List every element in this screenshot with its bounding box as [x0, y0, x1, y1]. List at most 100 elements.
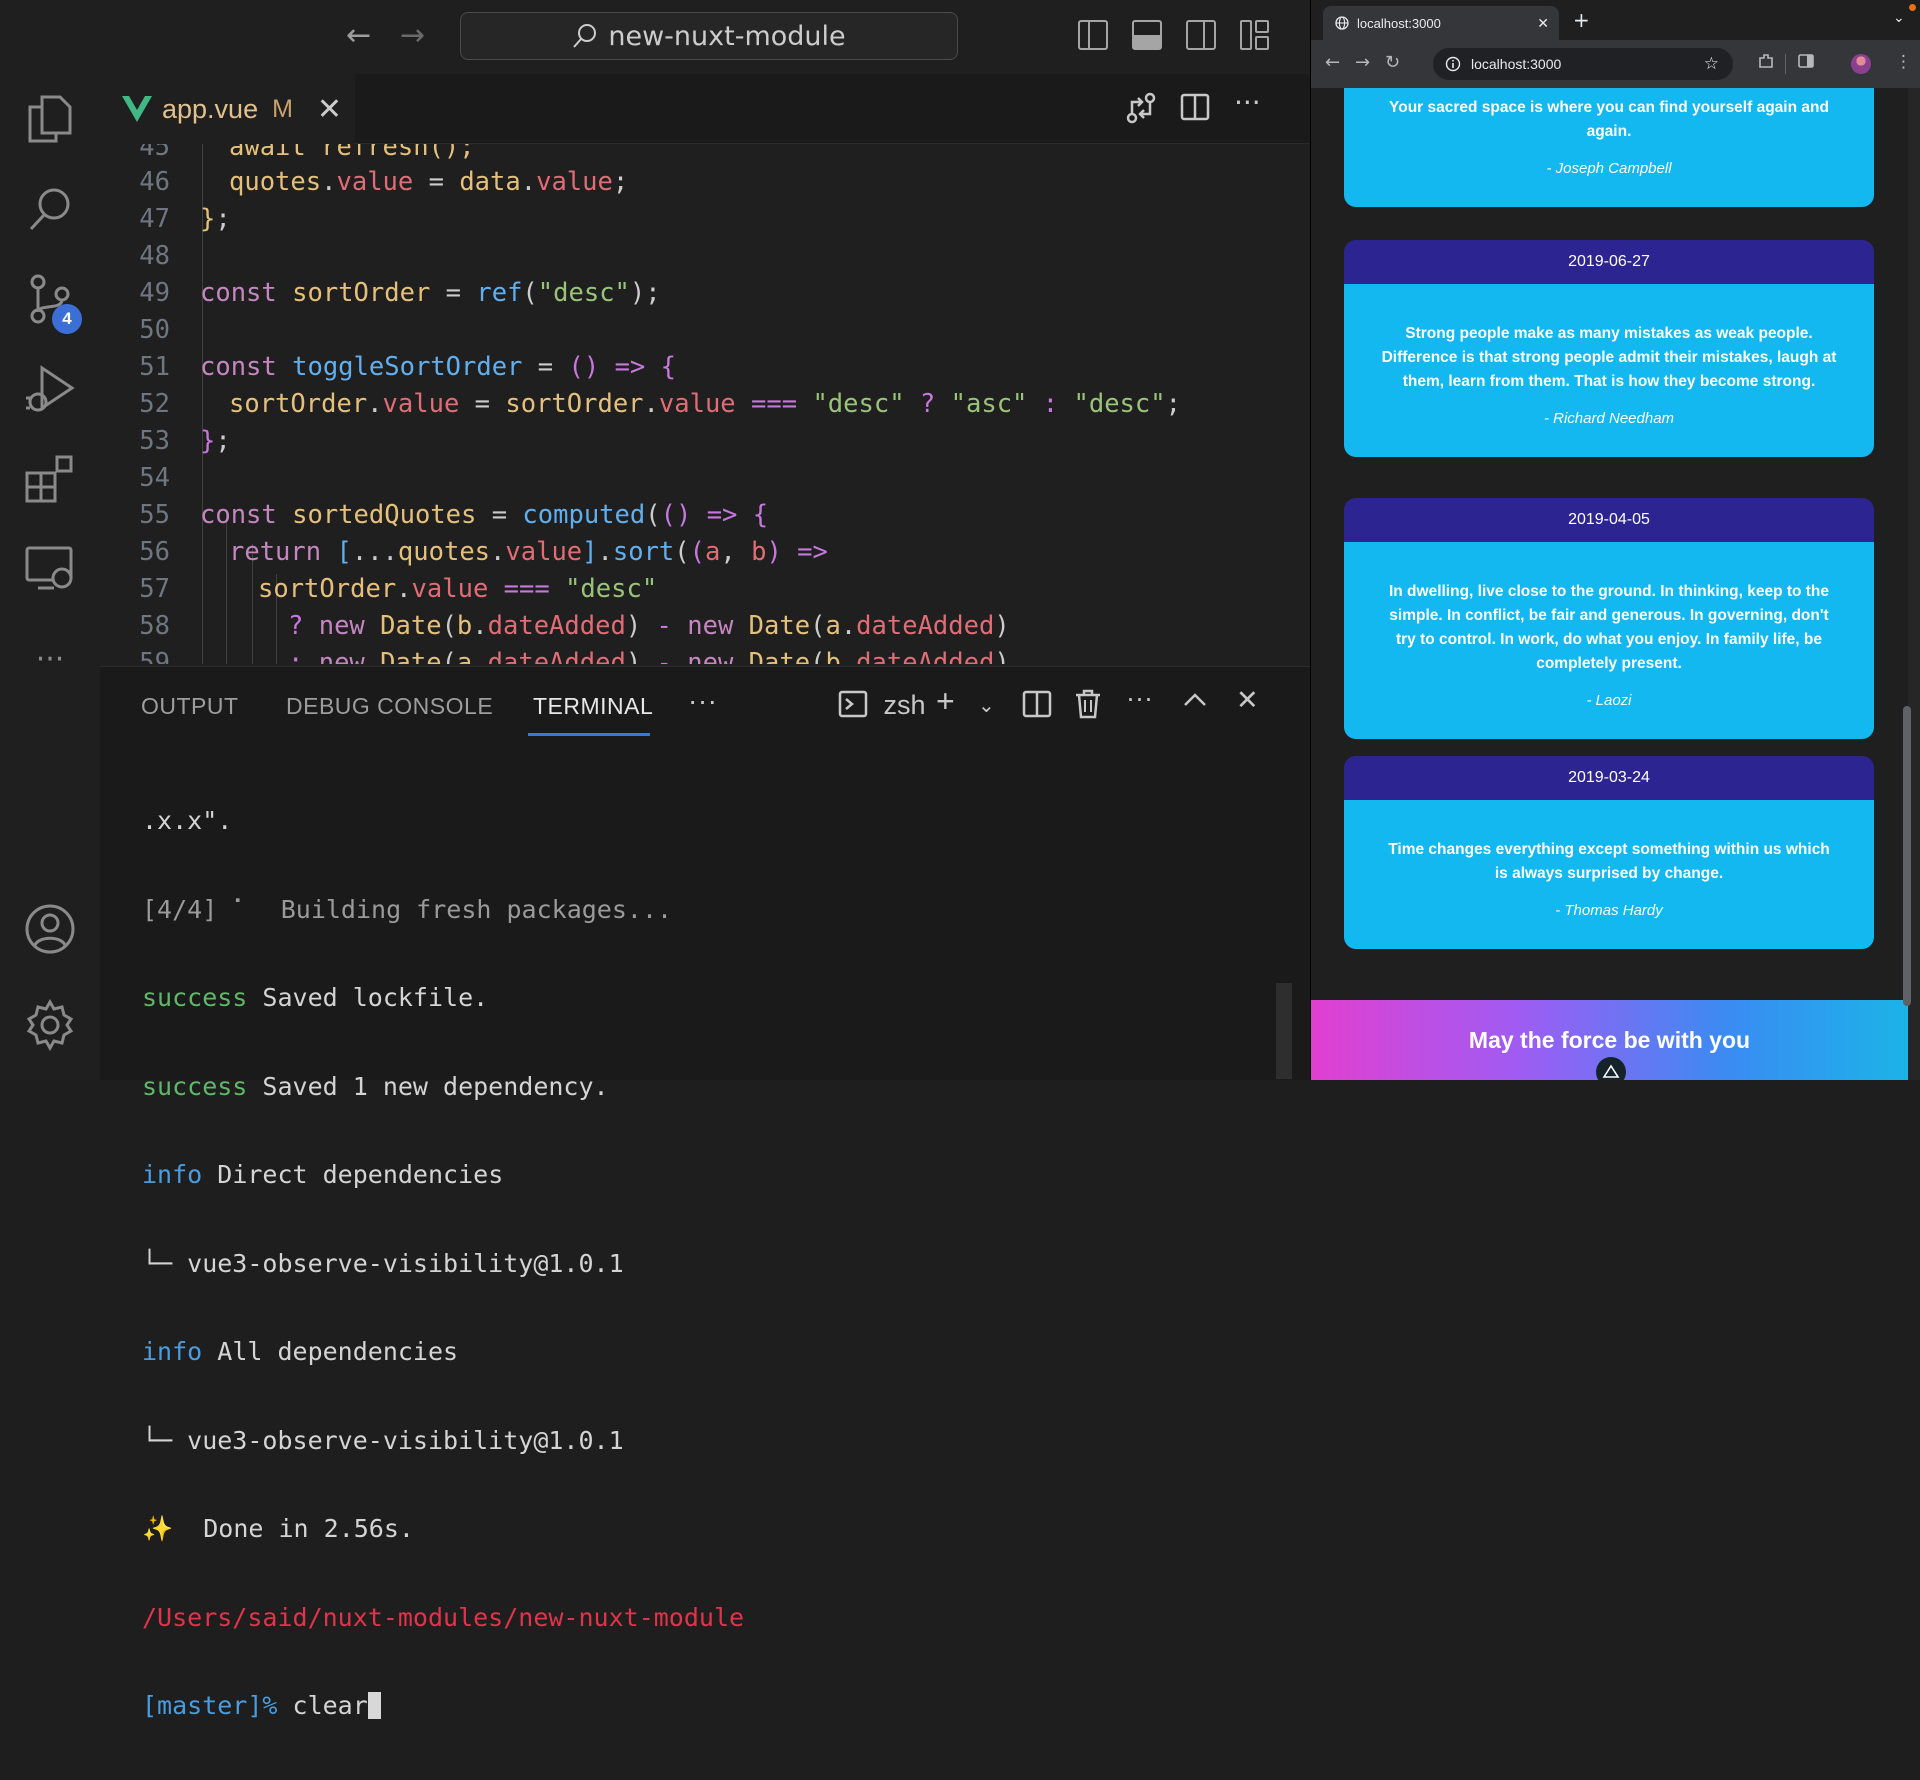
terminal-line: [4/4] ⠁ Building fresh packages... — [142, 894, 673, 924]
notification-dot — [1909, 4, 1916, 11]
tab-output[interactable]: OUTPUT — [141, 693, 239, 720]
activity-bar: 4 ··· — [0, 74, 100, 1080]
tab-terminal[interactable]: TERMINAL — [533, 693, 653, 720]
forward-arrow-icon[interactable]: → — [400, 16, 425, 56]
bottom-panel: OUTPUT DEBUG CONSOLE TERMINAL ··· zsh + … — [100, 666, 1310, 1720]
line-number: 49 — [139, 278, 170, 308]
line-number: 55 — [139, 500, 170, 530]
quote-author: - Joseph Campbell — [1546, 160, 1672, 177]
line-number: 46 — [139, 167, 170, 197]
code-line: const toggleSortOrder = () => { — [200, 352, 676, 382]
split-terminal-icon[interactable] — [1022, 689, 1052, 726]
browser-tab[interactable]: localhost:3000 ✕ — [1323, 6, 1559, 40]
panel-more-icon[interactable]: ··· — [688, 685, 717, 717]
reload-icon[interactable]: ↻ — [1385, 52, 1400, 73]
tab-debug-console[interactable]: DEBUG CONSOLE — [286, 693, 493, 720]
code-line: }; — [200, 426, 231, 456]
line-number: 54 — [139, 463, 170, 493]
quote-text: Strong people make as many mistakes as w… — [1381, 325, 1837, 390]
terminal-line: .x.x". — [142, 806, 233, 835]
vue-file-icon — [122, 96, 152, 122]
terminal-cursor — [367, 1692, 381, 1719]
code-line: sortOrder.value === "desc" — [258, 574, 658, 604]
title-bar: ← → new-nuxt-module — [0, 0, 1310, 74]
line-number: 53 — [139, 426, 170, 456]
terminal-output[interactable]: .x.x". [4/4] ⠁ Building fresh packages..… — [142, 747, 1282, 1720]
back-arrow-icon[interactable]: ← — [346, 16, 371, 56]
tab-modified-status: M — [272, 94, 293, 123]
browser-tab-strip: localhost:3000 ✕ + ⌄ — [1311, 0, 1920, 40]
active-tab-indicator — [528, 733, 650, 736]
vscode-window: ← → new-nuxt-module 4 ··· app.vue M ✕ ··… — [0, 0, 1310, 1720]
address-bar[interactable]: localhost:3000 ☆ — [1433, 48, 1733, 80]
quote-card: 2019-04-05 In dwelling, live close to th… — [1344, 498, 1874, 739]
editor-tab-bar: app.vue M ✕ ··· — [100, 74, 1310, 144]
forward-arrow-icon[interactable]: → — [1355, 52, 1370, 73]
source-control-badge: 4 — [52, 304, 82, 334]
code-editor[interactable]: 45 await refresh(); 46 quotes.value = da… — [100, 144, 1310, 664]
nuxt-devtools-icon[interactable] — [1596, 1057, 1626, 1080]
extensions-icon[interactable] — [0, 434, 100, 524]
web-page: Your sacred space is where you can find … — [1311, 88, 1908, 1080]
customize-layout-icon[interactable] — [1240, 20, 1270, 50]
shell-name: zsh — [883, 690, 926, 720]
terminal-line: info Direct dependencies — [142, 1160, 504, 1189]
line-number: 47 — [139, 204, 170, 234]
code-line: return [...quotes.value].sort((a, b) => — [229, 537, 828, 567]
terminal-line: └─ vue3-observe-visibility@1.0.1 — [142, 1425, 624, 1455]
search-icon[interactable] — [0, 164, 100, 254]
settings-gear-icon[interactable] — [0, 980, 100, 1070]
quote-author: - Laozi — [1586, 692, 1632, 709]
quote-text: Time changes everything except something… — [1388, 841, 1830, 882]
page-scrollbar-thumb[interactable] — [1903, 706, 1911, 1006]
line-number: 45 — [139, 144, 170, 162]
run-and-debug-icon[interactable] — [0, 344, 100, 434]
extensions-puzzle-icon[interactable] — [1757, 52, 1775, 75]
toggle-primary-sidebar-icon[interactable] — [1078, 20, 1108, 50]
tab-search-chevron-icon[interactable]: ⌄ — [1893, 10, 1905, 26]
line-number: 58 — [139, 611, 170, 641]
browser-tab-title: localhost:3000 — [1357, 15, 1441, 31]
side-panel-icon[interactable] — [1797, 52, 1815, 75]
close-panel-icon[interactable]: ✕ — [1236, 685, 1259, 716]
more-views-icon[interactable]: ··· — [0, 614, 100, 704]
browser-toolbar: ← → ↻ localhost:3000 ☆ ⋮ — [1311, 40, 1920, 88]
tab-filename: app.vue — [162, 93, 259, 124]
chevron-down-icon[interactable]: ⌄ — [978, 693, 995, 718]
open-changes-icon[interactable] — [1126, 92, 1156, 131]
profile-avatar[interactable] — [1851, 54, 1871, 74]
accounts-icon[interactable] — [0, 884, 100, 974]
terminal-line: success Saved 1 new dependency. — [142, 1071, 609, 1101]
code-line: sortOrder.value = sortOrder.value === "d… — [229, 389, 1181, 419]
maximize-panel-chevron-up-icon[interactable] — [1182, 687, 1208, 720]
code-line: quotes.value = data.value; — [229, 167, 629, 197]
code-line: const sortedQuotes = computed(() => { — [200, 500, 769, 530]
remote-explorer-icon[interactable] — [0, 524, 100, 614]
toggle-secondary-sidebar-icon[interactable] — [1186, 20, 1216, 50]
new-terminal-plus-icon[interactable]: + — [936, 683, 955, 720]
terminal-scrollbar[interactable] — [1276, 983, 1292, 1079]
command-center-search[interactable]: new-nuxt-module — [460, 12, 958, 60]
browser-menu-kebab-icon[interactable]: ⋮ — [1895, 52, 1912, 72]
explorer-icon[interactable] — [0, 74, 100, 164]
back-arrow-icon[interactable]: ← — [1325, 52, 1340, 73]
new-tab-plus-icon[interactable]: + — [1573, 8, 1590, 32]
quote-text: In dwelling, live close to the ground. I… — [1388, 583, 1830, 672]
tab-app-vue[interactable]: app.vue M ✕ — [100, 74, 355, 144]
more-actions-icon[interactable]: ··· — [1234, 86, 1261, 119]
close-tab-icon[interactable]: ✕ — [1537, 15, 1549, 32]
terminal-line: info All dependencies — [142, 1337, 459, 1366]
split-editor-icon[interactable] — [1180, 92, 1210, 129]
line-number: 56 — [139, 537, 170, 567]
quote-card-body: Time changes everything except something… — [1344, 800, 1874, 949]
trash-icon[interactable] — [1074, 689, 1102, 726]
line-number: 51 — [139, 352, 170, 382]
close-tab-icon[interactable]: ✕ — [317, 92, 342, 127]
bookmark-star-icon[interactable]: ☆ — [1704, 54, 1719, 74]
source-control-icon[interactable]: 4 — [0, 254, 100, 344]
terminal-more-icon[interactable]: ··· — [1126, 683, 1153, 714]
terminal-shell-selector[interactable]: zsh — [838, 689, 926, 721]
toggle-panel-icon[interactable] — [1132, 20, 1162, 50]
quote-date: 2019-06-27 — [1344, 240, 1874, 284]
line-number: 50 — [139, 315, 170, 345]
